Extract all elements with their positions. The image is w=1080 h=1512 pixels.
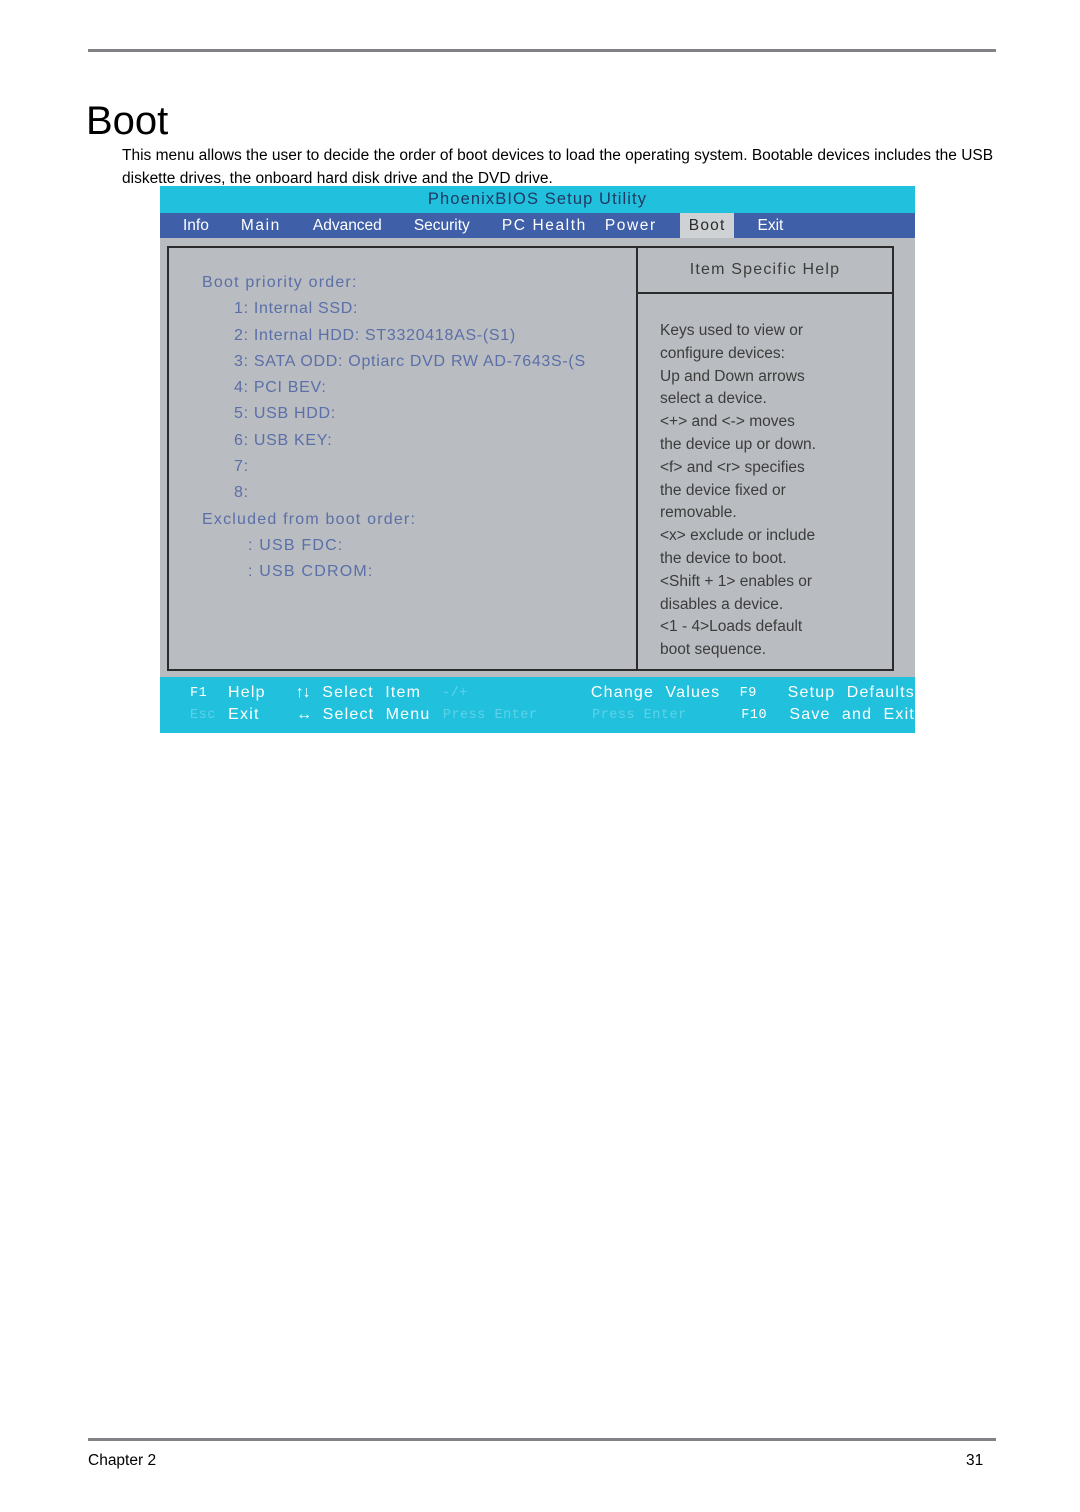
help-line: the device up or down. — [660, 435, 816, 453]
help-panel-title: Item Specific Help — [638, 248, 892, 294]
help-line: configure devices: — [660, 344, 785, 362]
excluded-heading: Excluded from boot order: — [202, 510, 417, 528]
setup-defaults-label: Setup Defaults — [787, 684, 915, 701]
key-f9[interactable]: F9 — [740, 686, 788, 701]
key-minus-plus[interactable]: -/+ — [442, 686, 591, 701]
boot-priority-heading: Boot priority order: — [202, 274, 358, 291]
tab-advanced[interactable]: Advanced — [304, 213, 391, 238]
key-esc-label: Exit — [228, 706, 260, 723]
chapter-label: Chapter 2 — [88, 1452, 157, 1469]
left-right-arrow-icon: ↔ — [296, 706, 312, 723]
change-values-label: Change Values — [590, 684, 721, 701]
tab-pc-health[interactable]: PC Health — [493, 213, 596, 238]
key-f1-label: Help — [228, 684, 266, 701]
boot-device-8[interactable]: 8: — [169, 480, 636, 506]
tab-security[interactable]: Security — [405, 213, 479, 238]
press-enter-key-2[interactable]: Press Enter — [592, 708, 741, 723]
document-page: Boot This menu allows the user to decide… — [0, 0, 1080, 1512]
tab-power[interactable]: Power — [596, 213, 666, 238]
select-item-label: Select Item — [322, 684, 422, 701]
key-f1[interactable]: F1 — [190, 686, 228, 701]
bios-title-bar: PhoenixBIOS Setup Utility — [160, 186, 915, 213]
help-line: <Shift + 1> enables or — [660, 572, 813, 590]
page-title: Boot — [86, 98, 169, 143]
menu-gap — [218, 213, 232, 238]
help-line: Keys used to view or — [660, 322, 804, 339]
excluded-device-usb-cdrom[interactable]: : USB CDROM: — [169, 559, 636, 585]
save-and-exit-label: Save and Exit — [789, 706, 915, 723]
menu-gap — [290, 213, 304, 238]
boot-device-1[interactable]: 1: Internal SSD: — [169, 296, 636, 322]
boot-device-2[interactable]: 2: Internal HDD: ST3320418AS-(S1) — [169, 323, 636, 349]
bios-setup-screenshot: PhoenixBIOS Setup Utility Info Main Adva… — [160, 186, 915, 733]
header-divider — [88, 49, 996, 52]
excluded-device-usb-fdc[interactable]: : USB FDC: — [169, 533, 636, 559]
key-bar-row-1: F1 Help ↑↓ Select Item -/+ Change Values… — [160, 682, 915, 704]
menu-gap — [479, 213, 493, 238]
tab-info[interactable]: Info — [174, 213, 218, 238]
boot-device-3[interactable]: 3: SATA ODD: Optiarc DVD RW AD-7643S-(S — [169, 349, 636, 375]
help-line: disables a device. — [660, 595, 784, 613]
help-line: Up and Down arrows — [660, 367, 805, 385]
footer-divider — [88, 1438, 996, 1441]
help-line: boot sequence. — [660, 641, 767, 659]
help-line: <f> and <r> specifies — [660, 458, 805, 476]
item-specific-help-panel: Item Specific Help Keys used to view or … — [637, 246, 894, 671]
menu-gap — [666, 213, 680, 238]
bios-body: Boot priority order: 1: Internal SSD: 2:… — [160, 238, 915, 677]
menu-gap — [391, 213, 405, 238]
help-line: <1 - 4>Loads default — [660, 618, 803, 636]
help-line: select a device. — [660, 390, 767, 408]
select-menu-label: Select Menu — [322, 706, 431, 723]
menu-gap — [734, 213, 748, 238]
boot-device-7[interactable]: 7: — [169, 454, 636, 480]
intro-paragraph: This menu allows the user to decide the … — [122, 146, 994, 187]
tab-exit[interactable]: Exit — [748, 213, 792, 238]
help-line: the device to boot. — [660, 549, 787, 567]
bios-key-bar: F1 Help ↑↓ Select Item -/+ Change Values… — [160, 677, 915, 733]
key-bar-row-2: Esc Exit ↔ Select Menu Press Enter Press… — [160, 704, 915, 726]
boot-order-panel: Boot priority order: 1: Internal SSD: 2:… — [167, 246, 637, 671]
boot-device-5[interactable]: 5: USB HDD: — [169, 401, 636, 427]
key-esc[interactable]: Esc — [190, 708, 228, 723]
help-line: <+> and <-> moves — [660, 413, 795, 431]
help-line: the device fixed or — [660, 481, 786, 499]
press-enter-key-1[interactable]: Press Enter — [443, 708, 592, 723]
help-panel-body: Keys used to view or configure devices: … — [638, 294, 892, 662]
tab-boot[interactable]: Boot — [679, 213, 735, 238]
boot-device-4[interactable]: 4: PCI BEV: — [169, 375, 636, 401]
up-down-arrow-icon: ↑↓ — [295, 684, 311, 701]
boot-device-6[interactable]: 6: USB KEY: — [169, 428, 636, 454]
tab-main[interactable]: Main — [232, 213, 290, 238]
help-line: removable. — [660, 504, 737, 522]
help-line: <x> exclude or include — [660, 527, 816, 545]
page-number: 31 — [966, 1452, 984, 1469]
key-f10[interactable]: F10 — [741, 708, 789, 723]
bios-menu-bar: Info Main Advanced Security PC Health Po… — [160, 213, 915, 238]
